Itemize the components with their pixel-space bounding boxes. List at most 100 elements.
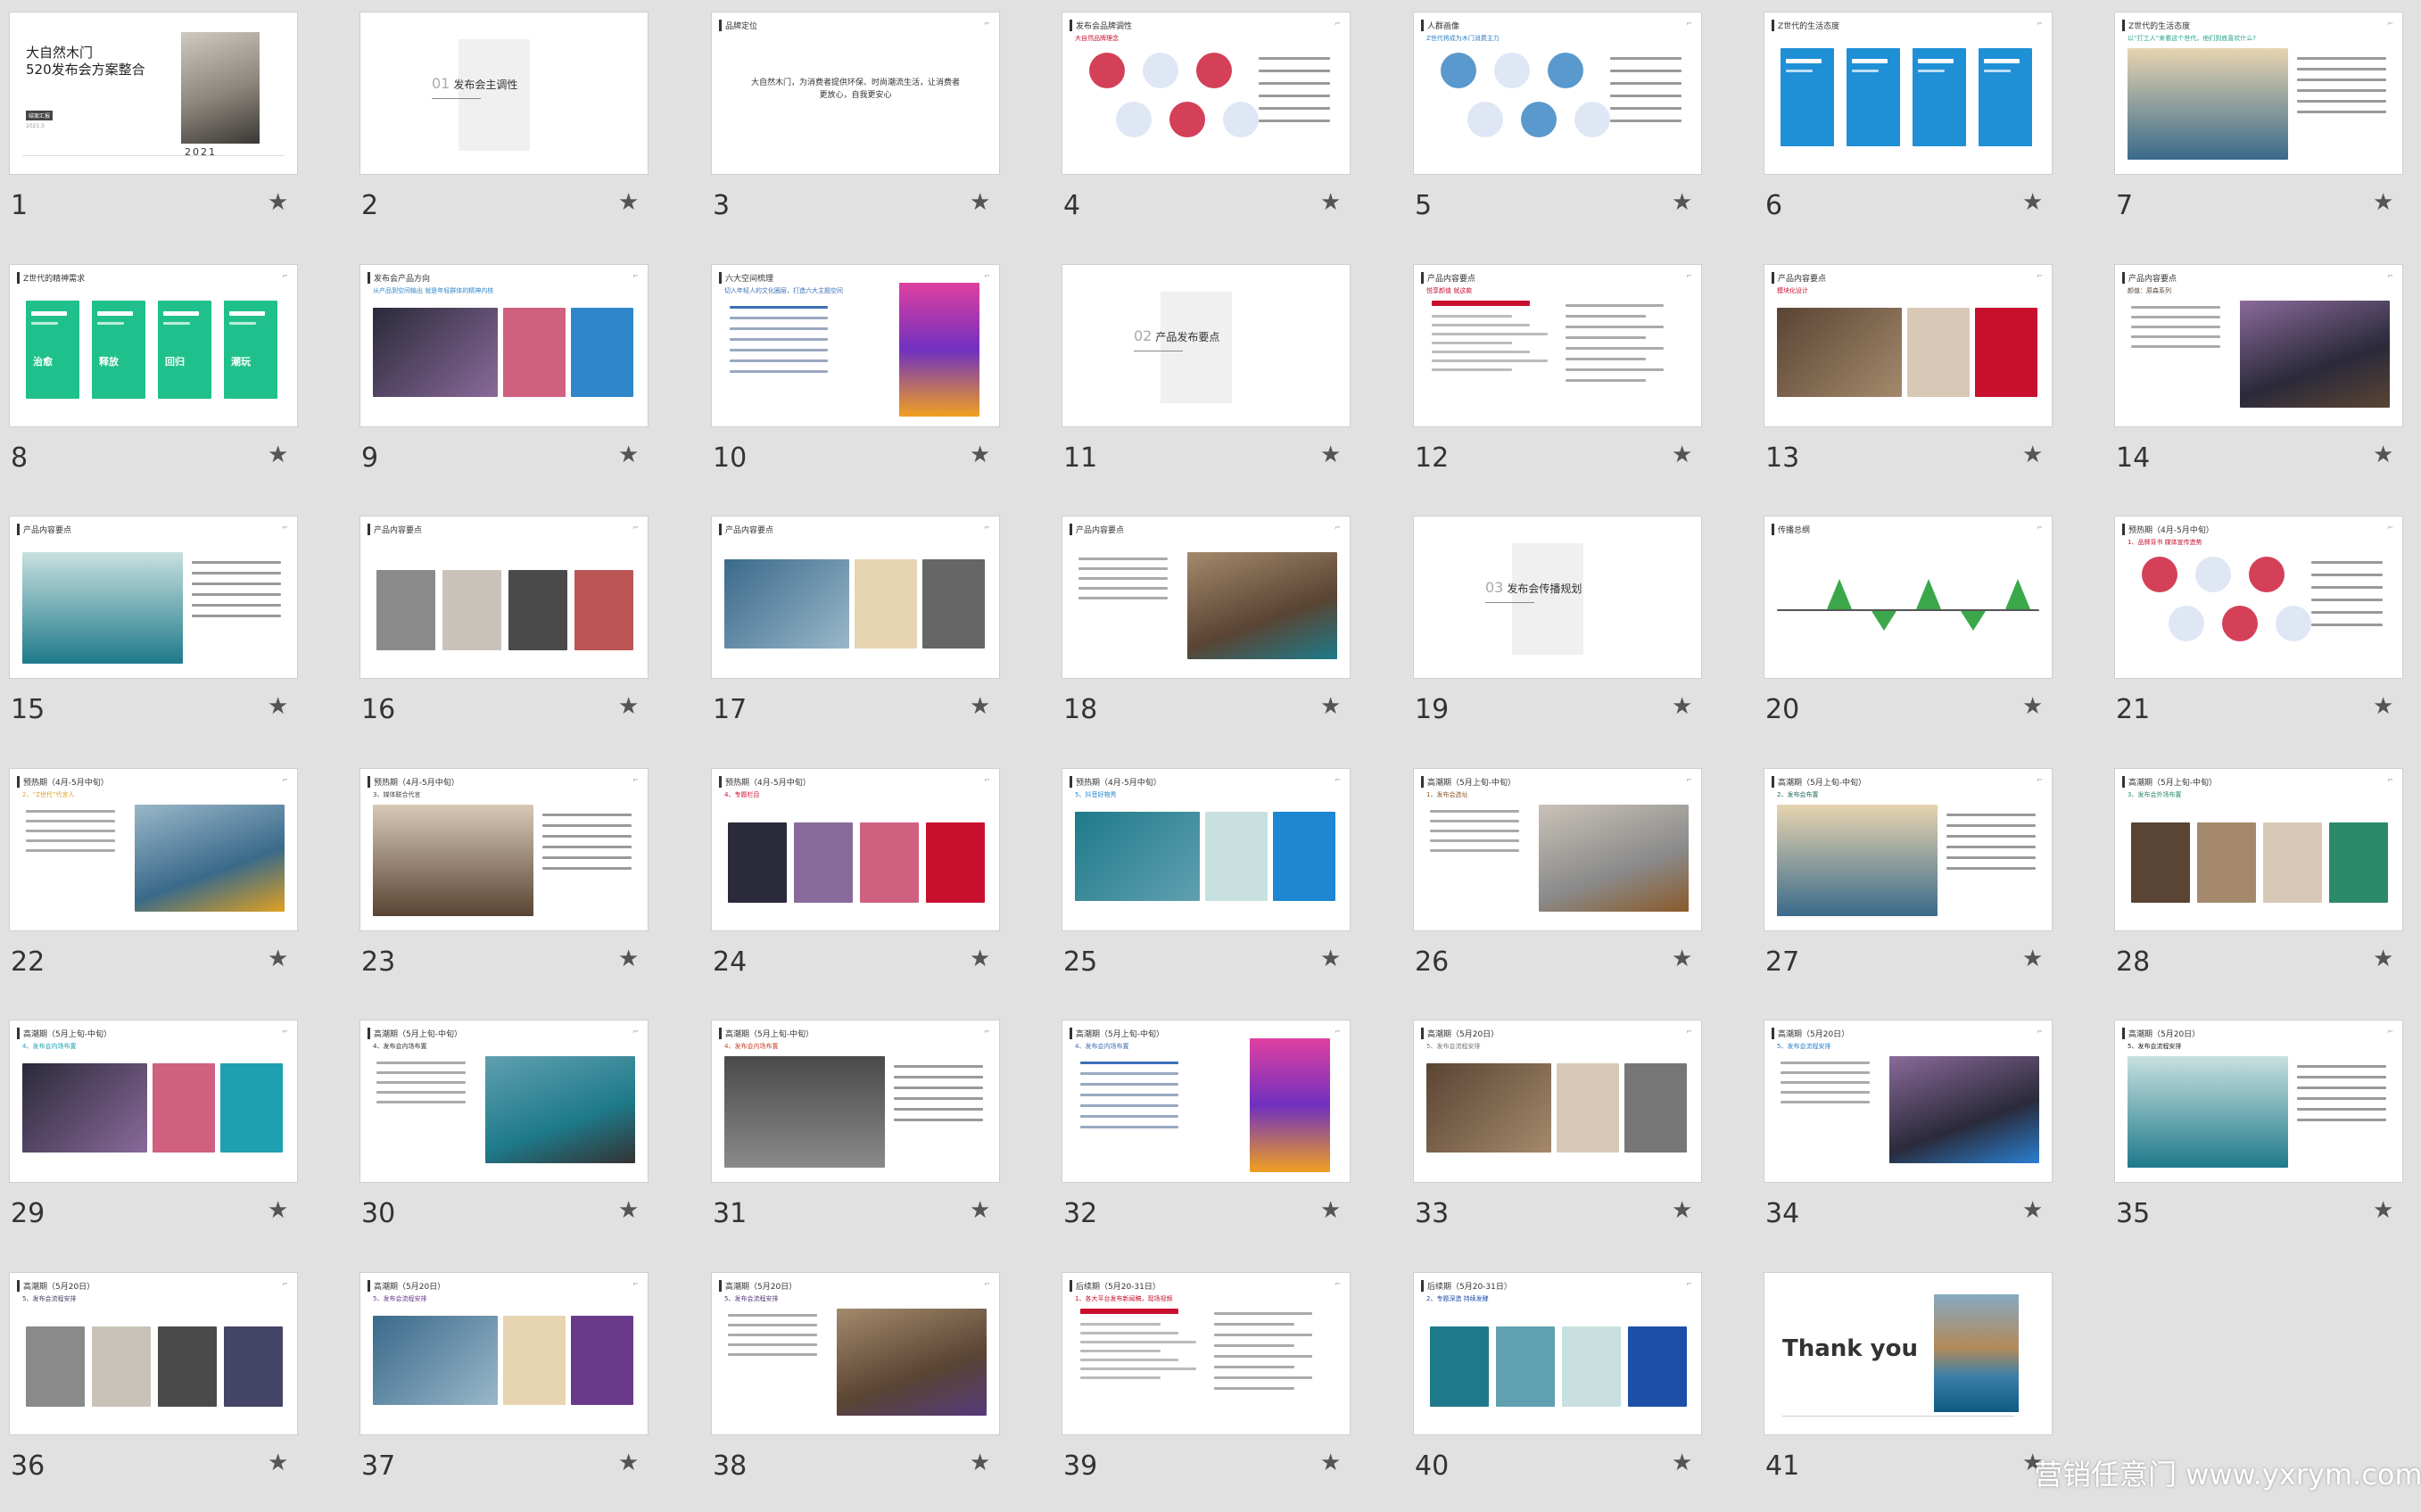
star-icon[interactable]: ★ [268,189,288,216]
slide-thumbnail[interactable]: Z世代的生活态度 ⌐ [1764,12,2052,174]
slide-thumbnail[interactable]: 产品内容要点 ⌐ 悦享颜值 就这款 [1414,265,1701,426]
slide-thumbnail-cell[interactable]: 高潮期（5月20日） ⌐ 5、发布会流程安排 36 ★ [0,1260,351,1512]
slide-thumbnail[interactable]: 后续期（5月20-31日） ⌐ 2、专题深造 持续发酵 [1414,1273,1701,1434]
star-icon[interactable]: ★ [268,1197,288,1224]
star-icon[interactable]: ★ [268,946,288,972]
slide-thumbnail-cell[interactable]: 产品内容要点 ⌐ 悦享颜值 就这款 12 ★ [1404,252,1755,504]
star-icon[interactable]: ★ [1320,189,1341,216]
slide-thumbnail-cell[interactable]: Z世代的精神需求 ⌐ 治愈 释放 回归 潮玩 8 ★ [0,252,351,504]
star-icon[interactable]: ★ [2373,189,2393,216]
star-icon[interactable]: ★ [1672,442,1692,468]
slide-thumbnail[interactable]: 发布会产品方向 ⌐ 从产品到空间输出 就是年轻群体的精神内核 [360,265,648,426]
star-icon[interactable]: ★ [268,1450,288,1476]
slide-thumbnail-cell[interactable]: 高潮期（5月20日） ⌐ 5、发布会流程安排 38 ★ [702,1260,1053,1512]
star-icon[interactable]: ★ [970,1197,990,1224]
slide-thumbnail[interactable]: 后续期（5月20-31日） ⌐ 1、各大平台发布新闻稿，现场视频 [1062,1273,1350,1434]
star-icon[interactable]: ★ [268,442,288,468]
slide-thumbnail-cell[interactable]: 产品内容要点 ⌐ 颜值：原森系列 14 ★ [2105,252,2421,504]
star-icon[interactable]: ★ [1320,1450,1341,1476]
slide-thumbnail-cell[interactable]: 01 发布会主调性 2 ★ [351,0,701,252]
star-icon[interactable]: ★ [618,442,639,468]
slide-thumbnail[interactable]: 六大空间梳理 ⌐ 切入年轻人的文化圈层，打造六大主题空间 [712,265,999,426]
slide-thumbnail-cell[interactable]: 高潮期（5月上旬-中旬） ⌐ 3、发布会外场布置 28 ★ [2105,756,2421,1008]
slide-thumbnail-cell[interactable]: 预热期（4月-5月中旬） ⌐ 3、媒体联合代言 23 ★ [351,756,701,1008]
star-icon[interactable]: ★ [2373,693,2393,720]
slide-thumbnail-cell[interactable]: 传播总纲 ⌐ 20 ★ [1755,504,2105,756]
slide-thumbnail[interactable]: 品牌定位 ⌐ 大自然木门，为消费者提供环保、时尚潮流生活，让消费者更放心，自我更安心 [712,12,999,174]
slide-thumbnail-cell[interactable]: 预热期（4月-5月中旬） ⌐ 2、“Z世代”代言人 22 ★ [0,756,351,1008]
slide-thumbnail-cell[interactable]: 六大空间梳理 ⌐ 切入年轻人的文化圈层，打造六大主题空间 10 ★ [702,252,1053,504]
star-icon[interactable]: ★ [2022,442,2043,468]
star-icon[interactable]: ★ [2373,1197,2393,1224]
slide-thumbnail-cell[interactable]: 产品内容要点 ⌐ 16 ★ [351,504,701,756]
slide-thumbnail[interactable]: 发布会品牌调性 ⌐ 大自然品牌理念 [1062,12,1350,174]
slide-thumbnail[interactable]: 产品内容要点 ⌐ [360,516,648,678]
star-icon[interactable]: ★ [1320,946,1341,972]
slide-thumbnail[interactable]: 预热期（4月-5月中旬） ⌐ 3、媒体联合代言 [360,769,648,930]
slide-thumbnail[interactable]: 高潮期（5月上旬-中旬） ⌐ 2、发布会布置 [1764,769,2052,930]
star-icon[interactable]: ★ [970,442,990,468]
slide-thumbnail[interactable]: 高潮期（5月20日） ⌐ 5、发布会流程安排 [2115,1020,2402,1182]
star-icon[interactable]: ★ [970,693,990,720]
star-icon[interactable]: ★ [1672,189,1692,216]
slide-thumbnail-cell[interactable]: 02 产品发布要点 11 ★ [1053,252,1403,504]
slide-thumbnail[interactable]: 高潮期（5月20日） ⌐ 5、发布会流程安排 [1414,1020,1701,1182]
slide-thumbnail[interactable]: 高潮期（5月上旬-中旬） ⌐ 4、发布会内场布置 [360,1020,648,1182]
star-icon[interactable]: ★ [2022,946,2043,972]
star-icon[interactable]: ★ [1320,1197,1341,1224]
slide-thumbnail-cell[interactable]: 高潮期（5月上旬-中旬） ⌐ 1、发布会选址 26 ★ [1404,756,1755,1008]
star-icon[interactable]: ★ [1672,693,1692,720]
slide-thumbnail-cell[interactable]: 预热期（4月-5月中旬） ⌐ 4、专题栏目 24 ★ [702,756,1053,1008]
slide-thumbnail[interactable]: Z世代的生活态度 ⌐ 以“打工人”来看这个世代，他们到底喜欢什么? [2115,12,2402,174]
star-icon[interactable]: ★ [2022,189,2043,216]
slide-thumbnail[interactable]: 预热期（4月-5月中旬） ⌐ 2、“Z世代”代言人 [10,769,297,930]
slide-thumbnail-cell[interactable]: 高潮期（5月20日） ⌐ 5、发布会流程安排 34 ★ [1755,1008,2105,1260]
star-icon[interactable]: ★ [618,1197,639,1224]
slide-thumbnail[interactable]: 高潮期（5月上旬-中旬） ⌐ 4、发布会内场布置 [10,1020,297,1182]
slide-thumbnail-cell[interactable]: 高潮期（5月上旬-中旬） ⌐ 4、发布会内场布置 32 ★ [1053,1008,1403,1260]
star-icon[interactable]: ★ [970,189,990,216]
slide-thumbnail-cell[interactable]: 后续期（5月20-31日） ⌐ 1、各大平台发布新闻稿，现场视频 39 ★ [1053,1260,1403,1512]
slide-thumbnail[interactable]: 高潮期（5月20日） ⌐ 5、发布会流程安排 [360,1273,648,1434]
slide-thumbnail-cell[interactable]: 预热期（4月-5月中旬） ⌐ 1、品牌背书 媒体宣传造势 21 ★ [2105,504,2421,756]
slide-thumbnail[interactable]: 人群画像 ⌐ Z世代将成为木门消费主力 [1414,12,1701,174]
star-icon[interactable]: ★ [1320,442,1341,468]
slide-thumbnail-cell[interactable]: 高潮期（5月上旬-中旬） ⌐ 2、发布会布置 27 ★ [1755,756,2105,1008]
slide-thumbnail-cell[interactable]: 大自然木门 520发布会方案整合 结案汇报 2021.5 2021 1 ★ [0,0,351,252]
slide-thumbnail[interactable]: Z世代的精神需求 ⌐ 治愈 释放 回归 潮玩 [10,265,297,426]
slide-thumbnail[interactable]: 大自然木门 520发布会方案整合 结案汇报 2021.5 2021 [10,12,297,174]
slide-thumbnail[interactable]: 高潮期（5月上旬-中旬） ⌐ 1、发布会选址 [1414,769,1701,930]
slide-thumbnail[interactable]: 高潮期（5月20日） ⌐ 5、发布会流程安排 [1764,1020,2052,1182]
slide-thumbnail[interactable]: 产品内容要点 ⌐ [1062,516,1350,678]
slide-thumbnail-cell[interactable]: 高潮期（5月20日） ⌐ 5、发布会流程安排 35 ★ [2105,1008,2421,1260]
slide-thumbnail-cell[interactable]: Z世代的生活态度 ⌐ 以“打工人”来看这个世代，他们到底喜欢什么? 7 ★ [2105,0,2421,252]
slide-thumbnail[interactable]: 高潮期（5月20日） ⌐ 5、发布会流程安排 [712,1273,999,1434]
slide-thumbnail-cell[interactable]: 产品内容要点 ⌐ 15 ★ [0,504,351,756]
slide-thumbnail[interactable]: 高潮期（5月上旬-中旬） ⌐ 4、发布会内场布置 [712,1020,999,1182]
star-icon[interactable]: ★ [2373,946,2393,972]
slide-thumbnail-cell[interactable]: Z世代的生活态度 ⌐ 6 ★ [1755,0,2105,252]
star-icon[interactable]: ★ [2373,442,2393,468]
slide-thumbnail[interactable]: 产品内容要点 ⌐ 颜值：原森系列 [2115,265,2402,426]
slide-thumbnail-cell[interactable]: 高潮期（5月上旬-中旬） ⌐ 4、发布会内场布置 30 ★ [351,1008,701,1260]
slide-thumbnail[interactable]: 高潮期（5月上旬-中旬） ⌐ 4、发布会内场布置 [1062,1020,1350,1182]
slide-thumbnail-cell[interactable]: 产品内容要点 ⌐ 17 ★ [702,504,1053,756]
slide-thumbnail[interactable]: 产品内容要点 ⌐ [712,516,999,678]
slide-thumbnail[interactable]: 高潮期（5月20日） ⌐ 5、发布会流程安排 [10,1273,297,1434]
slide-thumbnail-cell[interactable]: 产品内容要点 ⌐ 模块化设计 13 ★ [1755,252,2105,504]
star-icon[interactable]: ★ [1672,1197,1692,1224]
slide-thumbnail-cell[interactable]: 产品内容要点 ⌐ 18 ★ [1053,504,1403,756]
star-icon[interactable]: ★ [268,693,288,720]
slide-thumbnail-cell[interactable]: 03 发布会传播规划 19 ★ [1404,504,1755,756]
slide-thumbnail-cell[interactable]: 高潮期（5月20日） ⌐ 5、发布会流程安排 33 ★ [1404,1008,1755,1260]
star-icon[interactable]: ★ [1672,1450,1692,1476]
slide-thumbnail-cell[interactable]: 发布会品牌调性 ⌐ 大自然品牌理念 4 ★ [1053,0,1403,252]
slide-thumbnail-cell[interactable]: 高潮期（5月上旬-中旬） ⌐ 4、发布会内场布置 31 ★ [702,1008,1053,1260]
slide-thumbnail[interactable]: 预热期（4月-5月中旬） ⌐ 4、专题栏目 [712,769,999,930]
slide-thumbnail[interactable]: 02 产品发布要点 [1062,265,1350,426]
slide-thumbnail[interactable]: 产品内容要点 ⌐ [10,516,297,678]
slide-thumbnail-cell[interactable]: 高潮期（5月20日） ⌐ 5、发布会流程安排 37 ★ [351,1260,701,1512]
star-icon[interactable]: ★ [970,946,990,972]
star-icon[interactable]: ★ [618,1450,639,1476]
star-icon[interactable]: ★ [1672,946,1692,972]
